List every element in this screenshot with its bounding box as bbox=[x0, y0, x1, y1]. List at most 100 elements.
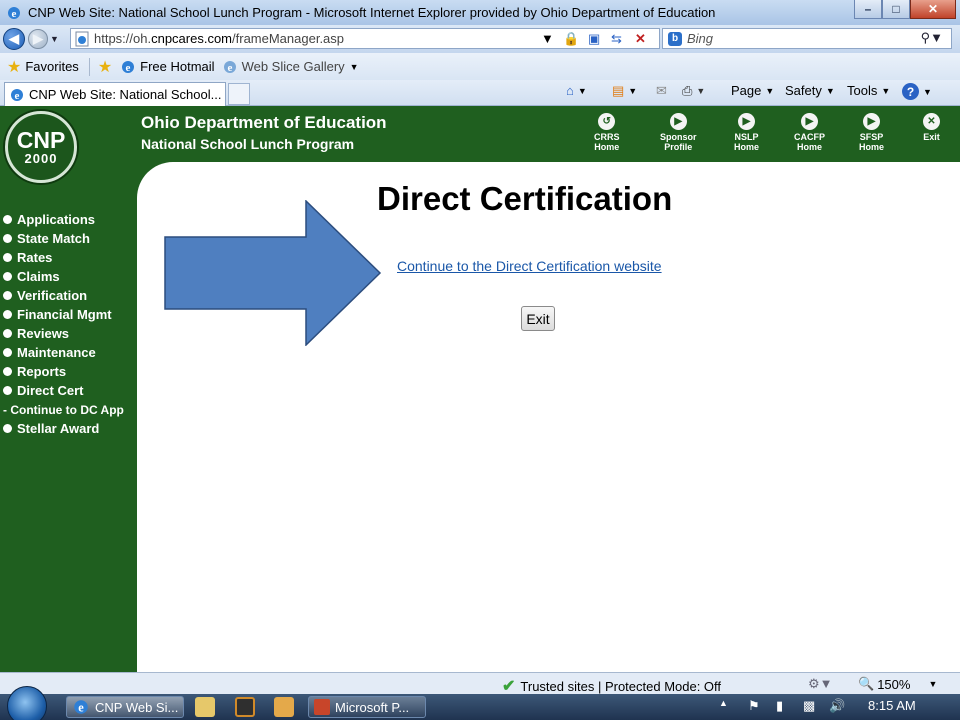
help-menu[interactable]: ? ▼ bbox=[902, 83, 932, 100]
sidebar-item-maintenance[interactable]: Maintenance bbox=[0, 343, 137, 362]
bullet-icon bbox=[3, 272, 12, 281]
url-text[interactable]: https://oh.cnpcares.com/frameManager.asp bbox=[94, 31, 344, 46]
minimize-button[interactable]: – bbox=[854, 0, 882, 19]
nav-crrs-home[interactable]: ↺ CRRS Home bbox=[594, 113, 620, 152]
security-zone[interactable]: ✔ Trusted sites | Protected Mode: Off bbox=[502, 676, 721, 696]
taskbar-item-ie[interactable]: e CNP Web Si... bbox=[66, 696, 184, 718]
volume-icon[interactable]: 🔊 bbox=[829, 698, 845, 714]
search-input[interactable]: Bing bbox=[687, 31, 713, 46]
action-center-flag-icon[interactable]: ⚑ bbox=[748, 698, 760, 714]
sidebar-item-rates[interactable]: Rates bbox=[0, 248, 137, 267]
clock[interactable]: 8:15 AM bbox=[868, 698, 916, 713]
window-title-bar: e CNP Web Site: National School Lunch Pr… bbox=[0, 0, 960, 25]
sidebar-item-label: Rates bbox=[17, 250, 53, 265]
bullet-icon bbox=[3, 253, 12, 262]
history-dropdown-icon[interactable]: ▼ bbox=[50, 34, 59, 44]
address-bar[interactable]: https://oh.cnpcares.com/frameManager.asp… bbox=[70, 28, 660, 49]
sidebar-item-reports[interactable]: Reports bbox=[0, 362, 137, 381]
favorite-link-hotmail[interactable]: e Free Hotmail bbox=[120, 59, 215, 75]
media-player-icon[interactable] bbox=[235, 697, 255, 717]
chevron-down-icon: ▼ bbox=[765, 85, 775, 96]
favorites-bar: ★ Favorites ★ e Free Hotmail e Web Slice… bbox=[0, 53, 960, 80]
nav-label: Profile bbox=[664, 142, 693, 152]
ie-page-icon: e bbox=[11, 88, 23, 102]
close-icon: ✕ bbox=[923, 113, 940, 130]
rss-feeds-icon[interactable]: ▤ ▼ bbox=[612, 83, 637, 99]
exit-button[interactable]: Exit bbox=[521, 306, 555, 331]
nav-sfsp-home[interactable]: ▶ SFSP Home bbox=[859, 113, 884, 152]
chevron-down-icon: ▼ bbox=[928, 679, 938, 689]
zoom-level: 150% bbox=[877, 676, 911, 692]
favorite-link-web-slice[interactable]: e Web Slice Gallery ▼ bbox=[222, 59, 359, 75]
forward-button[interactable]: ▶ bbox=[28, 29, 48, 49]
print-icon[interactable]: ⎙ ▼ bbox=[682, 83, 705, 99]
nav-sponsor-profile[interactable]: ▶ Sponsor Profile bbox=[660, 113, 697, 152]
nav-label: NSLP bbox=[734, 132, 759, 142]
direct-certification-link[interactable]: Continue to the Direct Certification web… bbox=[397, 258, 662, 274]
protected-mode-icon[interactable]: ⚙▼ bbox=[808, 676, 833, 692]
back-button[interactable]: ◀ bbox=[3, 28, 25, 50]
bullet-icon bbox=[3, 329, 12, 338]
svg-text:e: e bbox=[227, 62, 232, 74]
bullet-icon bbox=[3, 234, 12, 243]
search-box[interactable]: b Bing ⚲▼ bbox=[662, 28, 952, 49]
sidebar-item-financial-mgmt[interactable]: Financial Mgmt bbox=[0, 305, 137, 324]
new-tab-button[interactable] bbox=[228, 83, 250, 105]
network-icon[interactable]: ▩ bbox=[803, 698, 815, 714]
bullet-icon bbox=[3, 215, 12, 224]
compatibility-view-icon[interactable]: ▣ bbox=[588, 31, 600, 47]
nav-nslp-home[interactable]: ▶ NSLP Home bbox=[734, 113, 759, 152]
bullet-icon bbox=[3, 291, 12, 300]
bullet-icon bbox=[3, 386, 12, 395]
favorites-button[interactable]: ★ Favorites bbox=[7, 57, 79, 77]
svg-text:e: e bbox=[126, 62, 131, 74]
web-page: Ohio Department of Education National Sc… bbox=[0, 106, 960, 672]
file-explorer-icon[interactable] bbox=[195, 697, 215, 717]
sidebar-item-label: State Match bbox=[17, 231, 90, 246]
nav-exit[interactable]: ✕ Exit bbox=[923, 113, 940, 142]
lock-icon[interactable]: 🔒 bbox=[563, 31, 579, 47]
taskbar-item-label: CNP Web Si... bbox=[95, 699, 179, 715]
ie-page-icon bbox=[75, 31, 89, 46]
maximize-button[interactable]: □ bbox=[882, 0, 910, 19]
play-icon: ▶ bbox=[738, 113, 755, 130]
outlook-icon[interactable] bbox=[274, 697, 294, 717]
nav-cacfp-home[interactable]: ▶ CACFP Home bbox=[794, 113, 825, 152]
program-name: National School Lunch Program bbox=[141, 136, 355, 152]
sidebar-item-stellar-award[interactable]: Stellar Award bbox=[0, 419, 137, 438]
nav-label: CACFP bbox=[794, 132, 825, 142]
sidebar-item-verification[interactable]: Verification bbox=[0, 286, 137, 305]
sidebar-item-applications[interactable]: Applications bbox=[0, 210, 137, 229]
nav-label: Sponsor bbox=[660, 132, 697, 142]
url-dropdown-icon[interactable]: ▼ bbox=[541, 31, 554, 46]
forward-arrow-icon: ▶ bbox=[33, 31, 43, 46]
sidebar-item-label: Direct Cert bbox=[17, 383, 84, 398]
search-icon[interactable]: ⚲▼ bbox=[921, 30, 943, 46]
add-favorites-icon[interactable]: ★ bbox=[98, 57, 112, 77]
sidebar-item-label: Stellar Award bbox=[17, 421, 100, 436]
refresh-icon[interactable]: ⇆ bbox=[611, 31, 622, 47]
status-bar: ✔ Trusted sites | Protected Mode: Off ⚙▼… bbox=[0, 672, 960, 696]
chevron-down-icon: ▼ bbox=[349, 61, 359, 72]
sidebar-item-direct-cert[interactable]: Direct Cert bbox=[0, 381, 137, 400]
tools-menu[interactable]: Tools ▼ bbox=[847, 83, 890, 98]
divider bbox=[88, 57, 90, 76]
sidebar-subitem-continue-to-dc-app[interactable]: - Continue to DC App bbox=[0, 400, 137, 419]
sidebar-item-state-match[interactable]: State Match bbox=[0, 229, 137, 248]
home-icon[interactable]: ⌂ ▼ bbox=[566, 83, 587, 98]
zoom-control[interactable]: 🔍 150% ▼ bbox=[858, 676, 937, 692]
tab-cnp-web-site[interactable]: e CNP Web Site: National School... bbox=[4, 82, 226, 106]
safety-menu[interactable]: Safety ▼ bbox=[785, 83, 835, 98]
sidebar-item-claims[interactable]: Claims bbox=[0, 267, 137, 286]
taskbar-item-powerpoint[interactable]: Microsoft P... bbox=[308, 696, 426, 718]
sidebar-item-label: Financial Mgmt bbox=[17, 307, 112, 322]
close-window-button[interactable]: ✕ bbox=[910, 0, 956, 19]
power-icon[interactable]: ▮ bbox=[776, 698, 783, 714]
start-button[interactable] bbox=[7, 686, 47, 720]
page-menu[interactable]: Page ▼ bbox=[731, 83, 774, 98]
sidebar-item-reviews[interactable]: Reviews bbox=[0, 324, 137, 343]
bullet-icon bbox=[3, 424, 12, 433]
stop-icon[interactable]: ✕ bbox=[635, 31, 646, 47]
read-mail-icon[interactable]: ✉ bbox=[656, 83, 667, 99]
show-hidden-icons-icon[interactable]: ▲ bbox=[719, 698, 728, 708]
